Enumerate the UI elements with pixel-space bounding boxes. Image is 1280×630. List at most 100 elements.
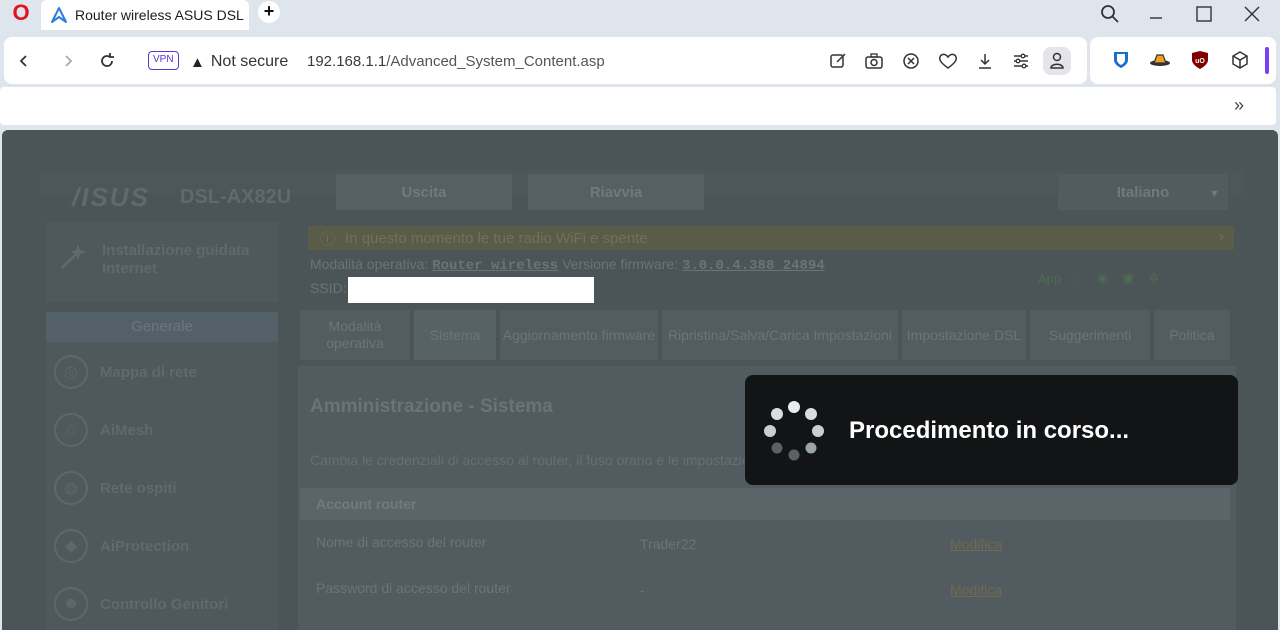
sidebar-item-label: AiProtection xyxy=(100,537,190,555)
row-label: Nome di accesso del router xyxy=(316,534,487,550)
extensions-cube-icon[interactable] xyxy=(1229,49,1251,71)
spinner-icon xyxy=(764,401,824,461)
tab-title: Router wireless ASUS DSL xyxy=(75,7,244,23)
family-icon: ☻ xyxy=(54,587,88,621)
router-model: DSL-AX82U xyxy=(180,186,292,208)
user-status-icon[interactable]: ◌ xyxy=(1075,271,1083,286)
camera-icon[interactable] xyxy=(862,49,886,73)
usb-status-icon[interactable]: ▣ xyxy=(1122,270,1134,286)
tab-feedback[interactable]: Suggerimenti xyxy=(1030,310,1150,360)
status-icons: App ◌ ◉ ▣ ✲ xyxy=(1038,266,1228,290)
close-window-icon[interactable] xyxy=(1232,0,1272,28)
tab-policy[interactable]: Politica xyxy=(1154,310,1230,360)
language-value: Italiano xyxy=(1116,183,1170,201)
router-account-table: Account router Nome di accesso del route… xyxy=(300,488,1230,612)
edit-icon[interactable] xyxy=(826,49,850,73)
info-icon: ⓘ xyxy=(320,230,336,248)
sidebar-section-header: Generale xyxy=(46,312,278,342)
forward-icon[interactable] xyxy=(56,49,80,73)
search-tabs-icon[interactable] xyxy=(1090,0,1130,28)
page-title: Amministrazione - Sistema xyxy=(310,396,553,417)
wifi-off-notice[interactable]: ⓘ In questo momento le tue radio WiFi e … xyxy=(308,226,1234,250)
url-field[interactable]: 192.168.1.1/Advanced_System_Content.asp xyxy=(307,53,605,70)
sidebar-item-label: Installazione guidata Internet xyxy=(102,242,250,277)
download-icon[interactable] xyxy=(973,49,997,73)
bitwarden-shield-icon[interactable] xyxy=(1110,49,1132,71)
tab-restore-save[interactable]: Ripristina/Salva/Carica Impostazioni xyxy=(662,310,898,360)
notice-text: In questo momento le tue radio WiFi e sp… xyxy=(345,229,648,247)
modify-password-link[interactable]: Modifica xyxy=(950,582,1002,598)
mode-link[interactable]: Router wireless xyxy=(432,258,558,274)
security-label: Not secure xyxy=(210,53,289,70)
maximize-icon[interactable] xyxy=(1184,0,1224,28)
operation-mode-line: Modalità operativa: Router wireless Vers… xyxy=(310,256,825,274)
ublock-icon[interactable]: uO xyxy=(1189,49,1211,71)
heart-icon[interactable] xyxy=(936,49,960,73)
loading-message: Procedimento in corso... xyxy=(849,417,1130,444)
hat-extension-icon[interactable] xyxy=(1149,49,1171,71)
address-bar: VPN ▲ Not secure 192.168.1.1/Advanced_Sy… xyxy=(4,37,1087,84)
tab-system[interactable]: Sistema xyxy=(414,310,496,360)
sidebar-item-aimesh[interactable]: ⌂ AiMesh xyxy=(46,404,278,456)
sidebar-item-guest-network[interactable]: ◍ Rete ospiti xyxy=(46,462,278,514)
sidebar-item-label: Rete ospiti xyxy=(100,479,177,497)
guest-network-icon: ◍ xyxy=(54,471,88,505)
sidebar-item-label: Controllo Genitori xyxy=(100,595,229,613)
asus-router-favicon-icon xyxy=(51,7,67,23)
ssid-redacted-box xyxy=(348,277,594,303)
internet-status-icon[interactable]: ◉ xyxy=(1097,270,1108,286)
app-status-label[interactable]: App xyxy=(1038,271,1061,286)
mode-label: Modalità operativa: xyxy=(310,256,429,272)
warning-icon: ▲ xyxy=(190,53,205,71)
back-icon[interactable] xyxy=(12,49,36,73)
sidebar-item-network-map[interactable]: ◎ Mappa di rete xyxy=(46,346,278,398)
svg-text:uO: uO xyxy=(1195,58,1205,65)
easy-setup-icon[interactable] xyxy=(1009,49,1033,73)
wizard-icon xyxy=(60,244,86,270)
globe-icon: ◎ xyxy=(54,355,88,389)
minimize-icon[interactable] xyxy=(1136,0,1176,28)
sidebar-item-parental-control[interactable]: ☻ Controllo Genitori xyxy=(46,578,278,630)
row-value: - xyxy=(640,582,645,598)
logout-button[interactable]: Uscita xyxy=(336,174,512,210)
notice-arrow-icon: › xyxy=(1219,228,1224,245)
sidebar-section-general: Generale ◎ Mappa di rete ⌂ AiMesh ◍ Rete… xyxy=(46,312,278,630)
url-host: 192.168.1.1 xyxy=(307,53,387,70)
router-header: /ISUS DSL-AX82U Uscita Riavvia Italiano … xyxy=(42,174,1244,214)
tab-dsl-settings[interactable]: Impostazione DSL xyxy=(902,310,1026,360)
table-row: Password di accesso del router - Modific… xyxy=(300,566,1230,612)
tab-firmware-upgrade[interactable]: Aggiornamento firmware xyxy=(500,310,658,360)
settings-status-icon[interactable]: ✲ xyxy=(1149,270,1160,286)
new-tab-button[interactable]: + xyxy=(258,1,280,23)
browser-tabbar: O Router wireless ASUS DSL + xyxy=(0,0,1280,36)
table-row: Nome di accesso del router Trader22 Modi… xyxy=(300,520,1230,566)
tab-operation-mode[interactable]: Modalità operativa xyxy=(300,310,410,360)
sidebar-item-aiprotection[interactable]: ◆ AiProtection xyxy=(46,520,278,572)
sidebar-item-wizard[interactable]: Installazione guidata Internet xyxy=(46,222,278,302)
asus-logo: /ISUS xyxy=(72,182,150,212)
bookmarks-overflow-button[interactable]: » xyxy=(1234,95,1244,116)
extensions-bar: uO xyxy=(1090,37,1276,84)
modify-username-link[interactable]: Modifica xyxy=(950,536,1002,552)
row-value: Trader22 xyxy=(640,536,697,552)
row-label: Password di accesso del router xyxy=(316,580,511,596)
reboot-button[interactable]: Riavvia xyxy=(528,174,704,210)
sidebar-item-label: AiMesh xyxy=(100,421,154,439)
chevron-down-icon: ▼ xyxy=(1209,188,1220,200)
profile-icon[interactable] xyxy=(1043,47,1071,75)
security-indicator[interactable]: ▲ Not secure xyxy=(190,53,288,71)
reload-icon[interactable] xyxy=(95,49,119,73)
loading-dialog: Procedimento in corso... xyxy=(745,375,1238,485)
firmware-label: Versione firmware: xyxy=(562,256,679,272)
ad-block-icon[interactable] xyxy=(899,49,923,73)
browser-tab[interactable]: Router wireless ASUS DSL xyxy=(41,0,249,30)
opera-logo-icon[interactable]: O xyxy=(10,2,32,24)
ssid-label: SSID: xyxy=(310,280,347,296)
firmware-link[interactable]: 3.0.0.4.388_24894 xyxy=(682,258,825,274)
sidebar-accent-bar xyxy=(1265,47,1269,74)
sidebar-item-label: Mappa di rete xyxy=(100,363,197,381)
vpn-badge[interactable]: VPN xyxy=(148,51,179,70)
table-header: Account router xyxy=(300,488,1230,520)
admin-tabs: Modalità operativa Sistema Aggiornamento… xyxy=(300,310,1230,360)
language-select[interactable]: Italiano xyxy=(1058,174,1228,210)
